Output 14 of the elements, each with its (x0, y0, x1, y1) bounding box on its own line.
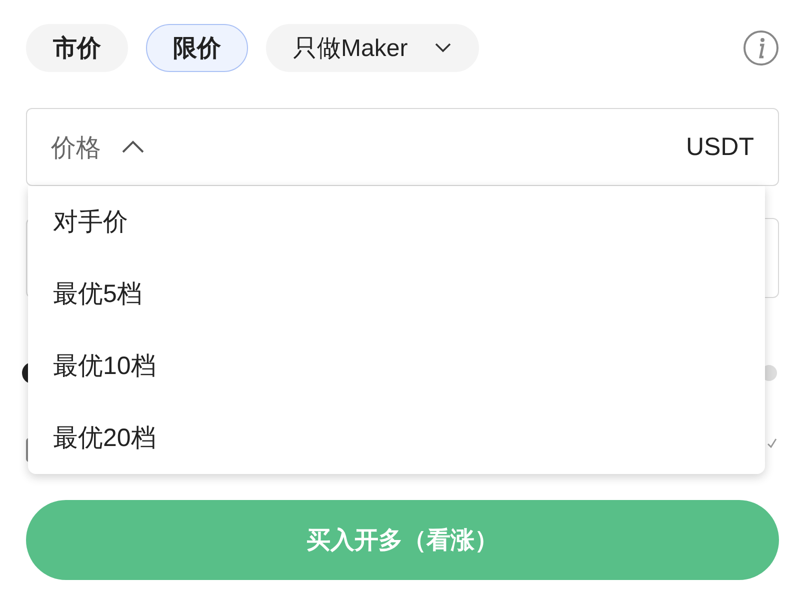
menu-item[interactable]: 最优10档 (28, 330, 765, 402)
menu-item[interactable]: 最优5档 (28, 258, 765, 330)
price-field[interactable]: 价格 USDT (26, 108, 779, 186)
unit-label: USDT (686, 132, 754, 162)
order-type-tab[interactable]: 只做Maker (266, 24, 479, 72)
menu-item[interactable]: 最优20档 (28, 402, 765, 474)
caret-icon[interactable] (121, 140, 145, 154)
caret-down-icon (434, 43, 452, 53)
info-icon[interactable] (743, 30, 779, 66)
price-label: 价格 (51, 132, 101, 164)
order-type-tab[interactable]: 市价 (26, 24, 128, 72)
check-icon (767, 438, 777, 448)
menu-item[interactable]: 对手价 (28, 186, 765, 258)
order-type-tab[interactable]: 限价 (146, 24, 248, 72)
